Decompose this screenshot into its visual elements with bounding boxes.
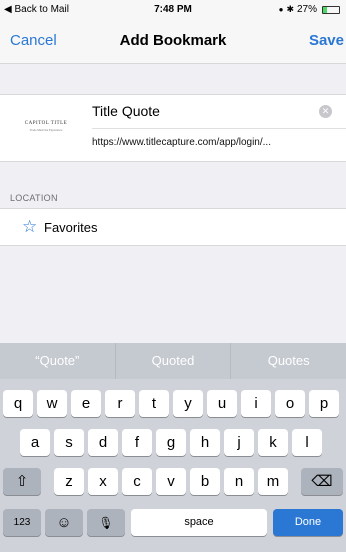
key-b[interactable]: b xyxy=(190,468,220,495)
key-h[interactable]: h xyxy=(190,429,220,456)
key-p[interactable]: p xyxy=(309,390,339,417)
suggestion-item[interactable]: “Quote” xyxy=(0,343,116,379)
page-title: Add Bookmark xyxy=(119,32,227,49)
location-favorites-row[interactable]: ☆ Favorites xyxy=(0,208,346,246)
key-c[interactable]: c xyxy=(122,468,152,495)
emoji-icon: ☺ xyxy=(56,514,72,531)
location-section-label: LOCATION xyxy=(10,193,58,203)
bookmark-url: https://www.titlecapture.com/app/login/.… xyxy=(92,137,271,148)
bookmark-title-input[interactable] xyxy=(92,103,312,119)
numbers-key[interactable]: 123 xyxy=(3,509,41,536)
divider xyxy=(92,128,346,129)
keyboard: “Quote” Quoted Quotes q w e r t y u i o … xyxy=(0,343,346,552)
key-u[interactable]: u xyxy=(207,390,237,417)
favorites-label: Favorites xyxy=(44,220,98,235)
status-bar: ◀ Back to Mail 7:48 PM ● ✱ 27% xyxy=(0,0,346,18)
key-d[interactable]: d xyxy=(88,429,118,456)
key-t[interactable]: t xyxy=(139,390,169,417)
battery-percent: 27% xyxy=(296,4,317,15)
save-button[interactable]: Save xyxy=(309,32,344,49)
key-f[interactable]: f xyxy=(122,429,152,456)
key-z[interactable]: z xyxy=(54,468,84,495)
clear-text-icon[interactable]: ✕ xyxy=(319,105,332,118)
space-key[interactable]: space xyxy=(131,509,267,536)
key-l[interactable]: l xyxy=(292,429,322,456)
key-a[interactable]: a xyxy=(20,429,50,456)
battery-fill xyxy=(323,6,328,13)
key-e[interactable]: e xyxy=(71,390,101,417)
nav-bar: Cancel Add Bookmark Save xyxy=(0,18,346,64)
key-i[interactable]: i xyxy=(241,390,271,417)
key-y[interactable]: y xyxy=(173,390,203,417)
star-icon: ☆ xyxy=(22,217,38,236)
backspace-icon: ⌫ xyxy=(311,473,333,490)
done-key[interactable]: Done xyxy=(273,509,343,536)
site-thumbnail: CAPITOL TITLE Trade Mark the Experience xyxy=(14,109,78,149)
dictation-key[interactable]: 🎙 xyxy=(87,509,125,536)
key-v[interactable]: v xyxy=(156,468,186,495)
suggestion-item[interactable]: Quotes xyxy=(231,343,346,379)
emoji-key[interactable]: ☺ xyxy=(45,509,83,536)
shift-key[interactable]: ⇧ xyxy=(3,468,41,495)
microphone-icon: 🎙 xyxy=(98,516,114,530)
battery-icon xyxy=(322,5,340,14)
key-j[interactable]: j xyxy=(224,429,254,456)
suggestion-item[interactable]: Quoted xyxy=(116,343,232,379)
key-q[interactable]: q xyxy=(3,390,33,417)
key-k[interactable]: k xyxy=(258,429,288,456)
lock-icon: ● xyxy=(278,5,284,14)
suggestion-bar: “Quote” Quoted Quotes xyxy=(0,343,346,379)
key-x[interactable]: x xyxy=(88,468,118,495)
key-s[interactable]: s xyxy=(54,429,84,456)
shift-icon: ⇧ xyxy=(15,473,29,490)
thumbnail-tagline: Trade Mark the Experience xyxy=(29,128,63,132)
thumbnail-logo-text: CAPITOL TITLE xyxy=(24,121,68,126)
key-m[interactable]: m xyxy=(258,468,288,495)
key-g[interactable]: g xyxy=(156,429,186,456)
status-indicators: ● ✱ 27% xyxy=(279,4,340,15)
bluetooth-icon: ✱ xyxy=(286,4,294,14)
key-w[interactable]: w xyxy=(37,390,67,417)
key-r[interactable]: r xyxy=(105,390,135,417)
key-n[interactable]: n xyxy=(224,468,254,495)
bookmark-card: CAPITOL TITLE Trade Mark the Experience … xyxy=(0,94,346,162)
delete-key[interactable]: ⌫ xyxy=(301,468,343,495)
key-o[interactable]: o xyxy=(275,390,305,417)
